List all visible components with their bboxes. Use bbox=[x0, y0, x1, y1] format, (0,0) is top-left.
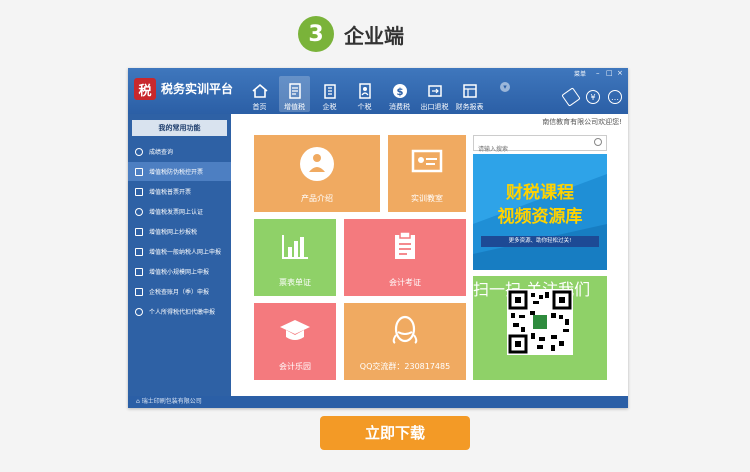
menu-label[interactable]: 菜单 bbox=[574, 69, 586, 78]
nav-export-refund[interactable]: 出口退税 bbox=[419, 76, 450, 112]
status-company: 瑞士印刷包装有限公司 bbox=[141, 398, 202, 405]
maximize-icon[interactable]: □ bbox=[606, 69, 613, 77]
search-icon bbox=[135, 147, 143, 156]
form-icon bbox=[135, 267, 143, 276]
banner-line1: 财税课程 bbox=[506, 183, 574, 203]
sidebar: 我的常用功能 成绩查询 增值税防伪税控开票 增值税普票开票 增值税发票网上认证 … bbox=[128, 114, 231, 396]
close-icon[interactable]: × bbox=[617, 69, 623, 77]
tile-label: 会计乐园 bbox=[279, 362, 311, 371]
qr-tile[interactable]: 扫一扫 关注我们 bbox=[473, 276, 607, 380]
chat-icon[interactable]: … bbox=[608, 90, 622, 104]
sidebar-item-label: 增值税防伪税控开票 bbox=[149, 169, 204, 176]
person-doc-icon bbox=[358, 83, 371, 99]
sidebar-item-label: 企税查账月（季）申报 bbox=[149, 289, 210, 296]
sidebar-item-vat-general[interactable]: 增值税一般纳税人网上申报 bbox=[128, 242, 231, 261]
nav-label: 财务报表 bbox=[455, 103, 484, 111]
step-title: 企业端 bbox=[344, 23, 404, 48]
sidebar-item-label: 增值税普票开票 bbox=[149, 189, 192, 196]
home-small-icon: ⌂ bbox=[136, 398, 140, 405]
search-box[interactable] bbox=[473, 135, 607, 158]
app-topbar: 税 税务实训平台 首页 增值税 企税 个税 $ 消费税 出口退税 财务报表 ▾ … bbox=[128, 68, 628, 114]
welcome-text: 南信教育有限公司欢迎您! bbox=[542, 118, 622, 126]
building-icon bbox=[323, 84, 336, 99]
tile-label: 产品介绍 bbox=[301, 194, 333, 203]
nav-corp-tax[interactable]: 企税 bbox=[314, 76, 345, 112]
search-icon[interactable] bbox=[594, 138, 602, 146]
sidebar-item-label: 增值税小规模网上申报 bbox=[149, 269, 210, 276]
app-title: 税务实训平台 bbox=[161, 82, 234, 96]
tile-accounting-exam[interactable]: 会计考证 bbox=[344, 219, 466, 296]
sidebar-item-vat-invoice[interactable]: 增值税防伪税控开票 bbox=[128, 162, 231, 181]
lock-icon bbox=[135, 287, 143, 296]
step-number: 3 bbox=[298, 16, 334, 52]
qq-penguin-icon bbox=[392, 315, 418, 344]
sidebar-item-label: 增值税发票网上认证 bbox=[149, 209, 204, 216]
app-logo-icon: 税 bbox=[134, 78, 156, 100]
invoice-icon bbox=[135, 187, 143, 196]
document-icon bbox=[288, 83, 301, 99]
sidebar-header: 我的常用功能 bbox=[132, 120, 227, 136]
home-icon bbox=[251, 83, 268, 98]
tile-qq-group[interactable]: QQ交流群：230817485 bbox=[344, 303, 466, 380]
qr-code-icon bbox=[507, 289, 573, 355]
nav-vat[interactable]: 增值税 bbox=[279, 76, 310, 112]
main-panel: 南信教育有限公司欢迎您! 产品介绍 实训教室 票表单证 会计考证 会计乐园 QQ… bbox=[231, 114, 628, 396]
nav-label: 个税 bbox=[357, 103, 372, 111]
invoice-icon bbox=[135, 167, 143, 176]
tile-product-intro[interactable]: 产品介绍 bbox=[254, 135, 380, 212]
nav-label: 出口退税 bbox=[420, 103, 449, 111]
main-nav: 首页 增值税 企税 个税 $ 消费税 出口退税 财务报表 bbox=[244, 76, 489, 112]
usb-key-icon[interactable] bbox=[561, 87, 581, 107]
sidebar-item-personal-tax[interactable]: 个人所得税代扣代缴申报 bbox=[128, 302, 231, 321]
nav-home[interactable]: 首页 bbox=[244, 76, 275, 112]
graduation-cap-icon bbox=[280, 320, 310, 340]
clipboard-icon bbox=[395, 231, 415, 259]
sidebar-item-label: 增值税网上抄报税 bbox=[149, 229, 198, 236]
sidebar-item-vat-certify[interactable]: 增值税发票网上认证 bbox=[128, 202, 231, 221]
nav-label: 消费税 bbox=[389, 103, 410, 111]
bar-chart-icon bbox=[282, 235, 308, 259]
banner-tagline: 更多资源、助你轻松过关! bbox=[481, 236, 599, 247]
form-icon bbox=[135, 247, 143, 256]
yen-icon[interactable]: ¥ bbox=[586, 90, 600, 104]
sidebar-item-score-query[interactable]: 成绩查询 bbox=[128, 142, 231, 161]
nav-consumption-tax[interactable]: $ 消费税 bbox=[384, 76, 415, 112]
app-window: 税 税务实训平台 首页 增值税 企税 个税 $ 消费税 出口退税 财务报表 ▾ … bbox=[128, 68, 628, 408]
nav-personal-tax[interactable]: 个税 bbox=[349, 76, 380, 112]
tile-accounting-park[interactable]: 会计乐园 bbox=[254, 303, 336, 380]
sidebar-item-corp-tax[interactable]: 企税查账月（季）申报 bbox=[128, 282, 231, 301]
sidebar-item-label: 增值税一般纳税人网上申报 bbox=[149, 249, 222, 256]
tile-label: 票表单证 bbox=[279, 278, 311, 287]
nav-label: 增值税 bbox=[284, 103, 305, 111]
tile-training-room[interactable]: 实训教室 bbox=[388, 135, 466, 212]
sidebar-item-label: 成绩查询 bbox=[149, 149, 174, 156]
download-button[interactable]: 立即下载 bbox=[320, 416, 470, 450]
sidebar-item-vat-small[interactable]: 增值税小规模网上申报 bbox=[128, 262, 231, 281]
nav-financial-report[interactable]: 财务报表 bbox=[454, 76, 485, 112]
report-icon bbox=[462, 84, 477, 98]
coin-icon: $ bbox=[392, 84, 407, 98]
tile-label: QQ交流群：230817485 bbox=[359, 362, 451, 371]
sidebar-item-vat-plain-invoice[interactable]: 增值税普票开票 bbox=[128, 182, 231, 201]
step-indicator: 3 企业端 bbox=[298, 14, 404, 54]
banner-line2: 视频资源库 bbox=[497, 207, 583, 227]
presenter-icon bbox=[300, 147, 334, 181]
nav-label: 企税 bbox=[322, 103, 337, 111]
export-icon bbox=[427, 85, 442, 97]
sidebar-item-label: 个人所得税代扣代缴申报 bbox=[149, 309, 216, 316]
nav-more-icon[interactable]: ▾ bbox=[500, 82, 510, 92]
status-bar: ⌂ 瑞士印刷包装有限公司 bbox=[128, 396, 628, 408]
minimize-icon[interactable]: – bbox=[596, 69, 600, 77]
edit-icon bbox=[135, 227, 143, 236]
svg-text:$: $ bbox=[396, 87, 403, 98]
tile-tax-forms[interactable]: 票表单证 bbox=[254, 219, 336, 296]
tile-label: 会计考证 bbox=[389, 278, 421, 287]
person-icon bbox=[135, 307, 143, 316]
check-icon bbox=[135, 207, 143, 216]
sidebar-item-vat-report[interactable]: 增值税网上抄报税 bbox=[128, 222, 231, 241]
tile-label: 实训教室 bbox=[411, 194, 443, 203]
nav-label: 首页 bbox=[252, 103, 267, 111]
course-banner[interactable]: 财税课程 视频资源库 更多资源、助你轻松过关! bbox=[473, 154, 607, 270]
blackboard-icon bbox=[411, 149, 443, 173]
